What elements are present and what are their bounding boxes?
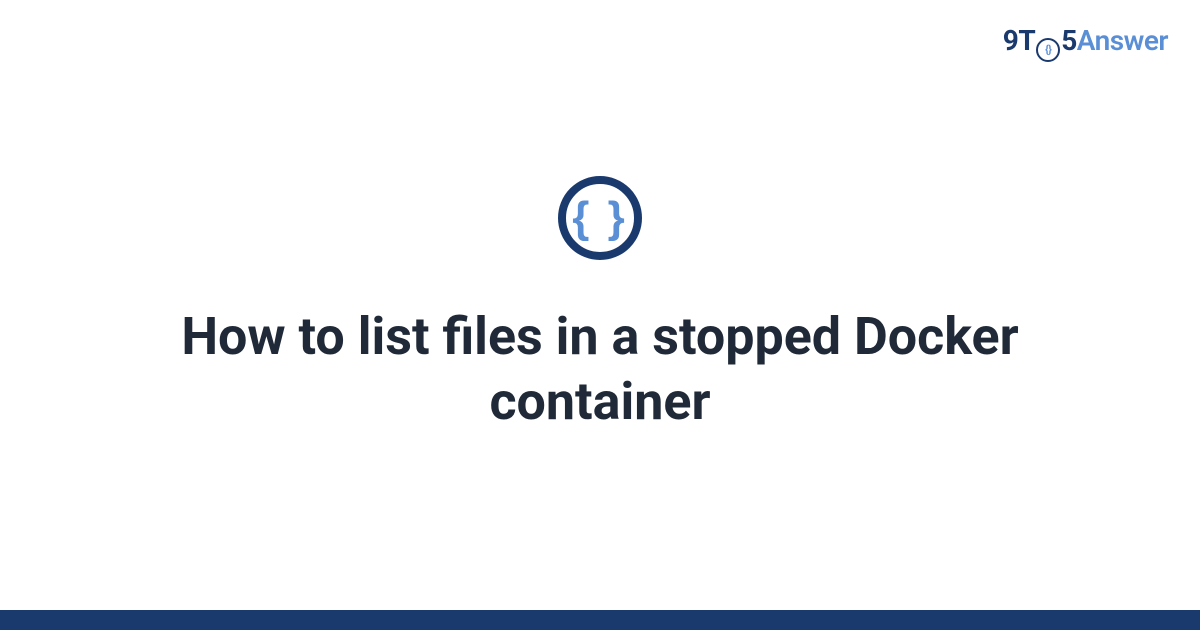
footer-bar <box>0 610 1200 630</box>
page-title: How to list files in a stopped Docker co… <box>120 304 1080 434</box>
main-content: { } How to list files in a stopped Docke… <box>0 0 1200 610</box>
braces-glyph: { } <box>572 196 627 240</box>
code-braces-icon: { } <box>558 176 642 260</box>
